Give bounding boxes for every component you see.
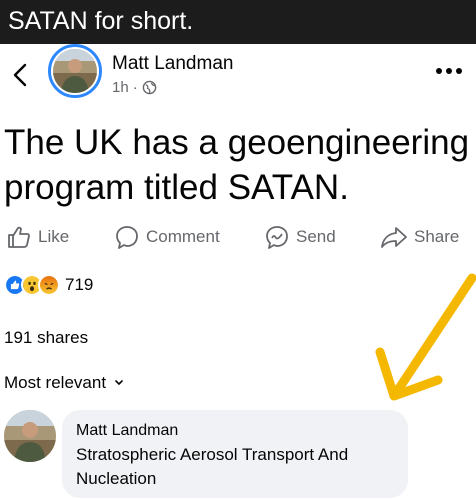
post-time[interactable]: 1h [112,79,129,96]
shares-count[interactable]: 191 shares [4,328,88,348]
post-actions: Like Comment Send Share [0,220,476,254]
meta-separator: · [132,79,138,96]
more-dots-icon [456,68,462,74]
more-options-button[interactable] [436,64,464,78]
chevron-left-icon [13,63,27,87]
comment-label: Comment [146,227,220,246]
comment-sort-label: Most relevant [4,373,107,392]
more-dots-icon [436,68,442,74]
send-button[interactable]: Send [264,220,336,254]
send-label: Send [296,227,336,246]
share-button[interactable]: Share [380,220,459,254]
reaction-count: 719 [65,275,94,294]
like-label: Like [38,227,70,246]
annotation-arrow [375,273,476,401]
more-dots-icon [446,68,452,74]
like-button[interactable]: Like [6,220,69,254]
caption-text: SATAN for short. [8,7,194,35]
messenger-icon [266,226,288,249]
caption-bar: SATAN for short. [0,0,476,44]
back-button[interactable] [10,62,32,88]
post-body-text: The UK has a geoengineering program titl… [4,123,470,207]
speech-bubble-icon [116,226,138,249]
thumbs-up-icon [8,226,30,248]
post-meta: 1h · [112,79,157,96]
author-avatar[interactable] [48,44,102,98]
share-label: Share [414,227,460,246]
comment-bubble: Matt Landman Stratospheric Aerosol Trans… [62,410,408,498]
post-author-name[interactable]: Matt Landman [112,53,233,75]
comment-button[interactable]: Comment [114,220,220,254]
comment-text: Stratospheric Aerosol Transport And Nucl… [76,445,349,488]
commenter-avatar[interactable] [4,410,56,462]
reaction-summary[interactable]: 719 [4,274,93,296]
comment-author[interactable]: Matt Landman [76,420,394,442]
angry-reaction-icon [38,274,60,296]
chevron-down-icon [115,380,123,385]
globe-icon [142,80,156,95]
share-arrow-icon [381,227,407,248]
comment-sort-dropdown[interactable]: Most relevant [4,373,124,393]
